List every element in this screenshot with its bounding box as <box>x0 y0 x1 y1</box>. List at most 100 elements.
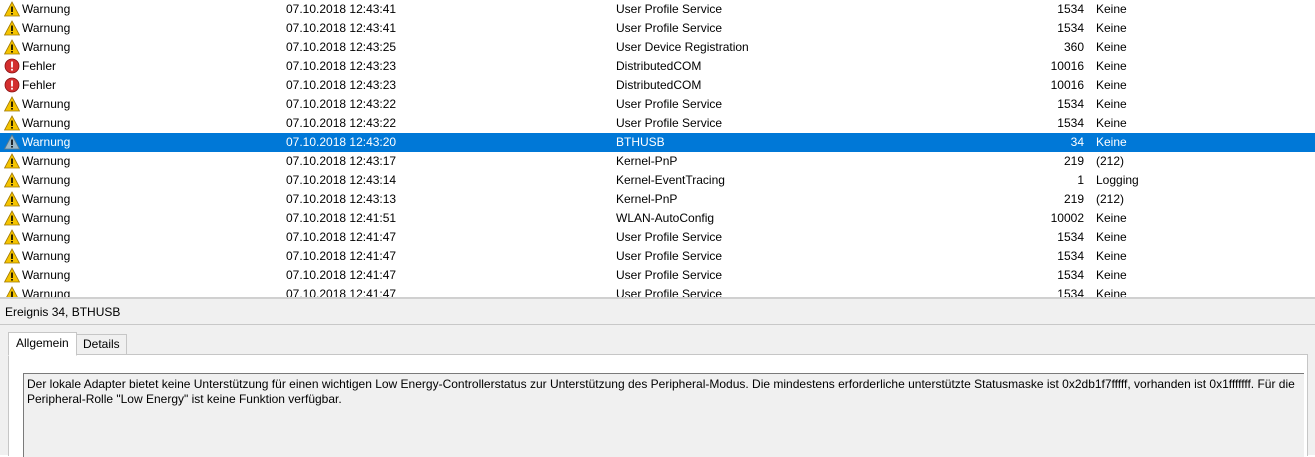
source-cell: User Profile Service <box>616 230 723 244</box>
date-cell: 07.10.2018 12:43:17 <box>286 154 397 168</box>
event-description-box[interactable]: Der lokale Adapter bietet keine Unterstü… <box>23 373 1304 457</box>
level-cell: Warnung <box>3 209 274 228</box>
table-row[interactable]: Warnung 07.10.2018 12:43:13 Kernel-PnP 219 (… <box>0 190 1315 209</box>
level-label: Warnung <box>22 116 71 130</box>
task-category-cell: Keine <box>1096 97 1127 111</box>
warning-icon <box>3 39 21 55</box>
task-category-cell: Logging <box>1096 173 1139 187</box>
level-cell: Warnung <box>3 133 274 152</box>
task-category-cell: Keine <box>1096 40 1127 54</box>
source-cell: User Profile Service <box>616 97 723 111</box>
task-category-cell: Keine <box>1096 211 1127 225</box>
table-row[interactable]: Warnung 07.10.2018 12:43:22 User Profile S… <box>0 114 1315 133</box>
level-cell: Warnung <box>3 152 274 171</box>
warning-icon <box>3 172 21 188</box>
level-label: Warnung <box>22 173 71 187</box>
table-row[interactable]: Warnung 07.10.2018 12:43:41 User Profile S… <box>0 19 1315 38</box>
event-id-cell: 1534 <box>1057 2 1084 16</box>
level-cell: Fehler <box>4 76 274 95</box>
task-category-cell: Keine <box>1096 59 1127 73</box>
table-row[interactable]: Warnung 07.10.2018 12:41:47 User Profile S… <box>0 285 1315 297</box>
table-row[interactable]: Warnung 07.10.2018 12:43:17 Kernel-PnP 219 (… <box>0 152 1315 171</box>
level-label: Warnung <box>22 40 71 54</box>
level-label: Warnung <box>22 154 71 168</box>
event-id-cell: 1534 <box>1057 287 1084 297</box>
table-row-selected[interactable]: Warnung 07.10.2018 12:43:20 BTHUSB 34 Keine <box>0 133 1315 152</box>
tab-details[interactable]: Details <box>76 334 127 355</box>
table-row[interactable]: Warnung 07.10.2018 12:43:22 User Profile S… <box>0 95 1315 114</box>
level-cell: Warnung <box>3 190 274 209</box>
tab-allgemein[interactable]: Allgemein <box>8 332 77 356</box>
warning-icon <box>3 248 21 264</box>
level-label: Fehler <box>22 78 57 92</box>
level-cell: Warnung <box>3 114 274 133</box>
warning-icon <box>3 134 21 150</box>
event-id-cell: 360 <box>1063 40 1084 54</box>
date-cell: 07.10.2018 12:41:47 <box>286 230 397 244</box>
table-row[interactable]: Warnung 07.10.2018 12:41:47 User Profile S… <box>0 247 1315 266</box>
table-row[interactable]: Warnung 07.10.2018 12:41:47 User Profile S… <box>0 266 1315 285</box>
task-category-cell: Keine <box>1096 21 1127 35</box>
warning-icon <box>3 20 21 36</box>
detail-separator <box>0 324 1315 325</box>
warning-icon <box>3 191 21 207</box>
warning-icon <box>3 229 21 245</box>
source-cell: DistributedCOM <box>616 78 702 92</box>
level-label: Warnung <box>22 287 71 297</box>
event-detail-title: Ereignis 34, BTHUSB <box>5 305 121 319</box>
source-cell: User Profile Service <box>616 287 723 297</box>
warning-icon <box>3 96 21 112</box>
warning-icon <box>3 210 21 226</box>
date-cell: 07.10.2018 12:41:47 <box>286 249 397 263</box>
level-cell: Fehler <box>4 57 274 76</box>
error-icon <box>4 58 20 74</box>
event-description-text: Der lokale Adapter bietet keine Unterstü… <box>27 377 1295 406</box>
task-category-cell: (212) <box>1096 154 1125 168</box>
date-cell: 07.10.2018 12:43:25 <box>286 40 397 54</box>
source-cell: Kernel-PnP <box>616 192 678 206</box>
date-cell: 07.10.2018 12:41:47 <box>286 287 397 297</box>
event-list[interactable]: Warnung 07.10.2018 12:43:41 User Profile S… <box>0 0 1315 297</box>
event-id-cell: 1534 <box>1057 268 1084 282</box>
source-cell: Kernel-EventTracing <box>616 173 725 187</box>
task-category-cell: Keine <box>1096 135 1127 149</box>
warning-icon <box>4 286 20 297</box>
table-row[interactable]: Warnung 07.10.2018 12:41:51 WLAN-AutoConfi… <box>0 209 1315 228</box>
table-row[interactable]: Warnung 07.10.2018 12:43:14 Kernel-EventTr… <box>0 171 1315 190</box>
source-cell: BTHUSB <box>616 135 665 149</box>
level-cell: Warnung <box>3 247 274 266</box>
event-id-cell: 10016 <box>1050 78 1084 92</box>
table-row[interactable]: Warnung 07.10.2018 12:43:25 User Device Re… <box>0 38 1315 57</box>
table-row[interactable]: Fehler 07.10.2018 12:43:23 DistributedCOM 1… <box>0 57 1315 76</box>
warning-icon <box>3 267 21 283</box>
event-id-cell: 1534 <box>1057 116 1084 130</box>
source-cell: Kernel-PnP <box>616 154 678 168</box>
task-category-cell: Keine <box>1096 78 1127 92</box>
task-category-cell: (212) <box>1096 192 1125 206</box>
source-cell: User Device Registration <box>616 40 749 54</box>
level-label: Warnung <box>22 21 71 35</box>
level-cell: Warnung <box>3 0 274 19</box>
level-label: Warnung <box>22 2 71 16</box>
event-id-cell: 1534 <box>1057 249 1084 263</box>
level-label: Warnung <box>22 211 71 225</box>
date-cell: 07.10.2018 12:43:14 <box>286 173 397 187</box>
event-id-cell: 219 <box>1063 192 1084 206</box>
task-category-cell: Keine <box>1096 249 1127 263</box>
level-cell: Warnung <box>3 38 274 57</box>
source-cell: User Profile Service <box>616 249 723 263</box>
table-row[interactable]: Warnung 07.10.2018 12:41:47 User Profile S… <box>0 228 1315 247</box>
task-category-cell: Keine <box>1096 287 1127 297</box>
event-id-cell: 1534 <box>1057 21 1084 35</box>
date-cell: 07.10.2018 12:43:41 <box>286 2 397 16</box>
table-row[interactable]: Fehler 07.10.2018 12:43:23 DistributedCOM 1… <box>0 76 1315 95</box>
source-cell: User Profile Service <box>616 268 723 282</box>
level-label: Fehler <box>22 59 57 73</box>
level-cell: Warnung <box>3 95 274 114</box>
table-row[interactable]: Warnung 07.10.2018 12:43:41 User Profile S… <box>0 0 1315 19</box>
level-cell: Warnung <box>3 19 274 38</box>
task-category-cell: Keine <box>1096 230 1127 244</box>
date-cell: 07.10.2018 12:43:41 <box>286 21 397 35</box>
warning-icon <box>3 1 21 17</box>
level-label: Warnung <box>22 97 71 111</box>
